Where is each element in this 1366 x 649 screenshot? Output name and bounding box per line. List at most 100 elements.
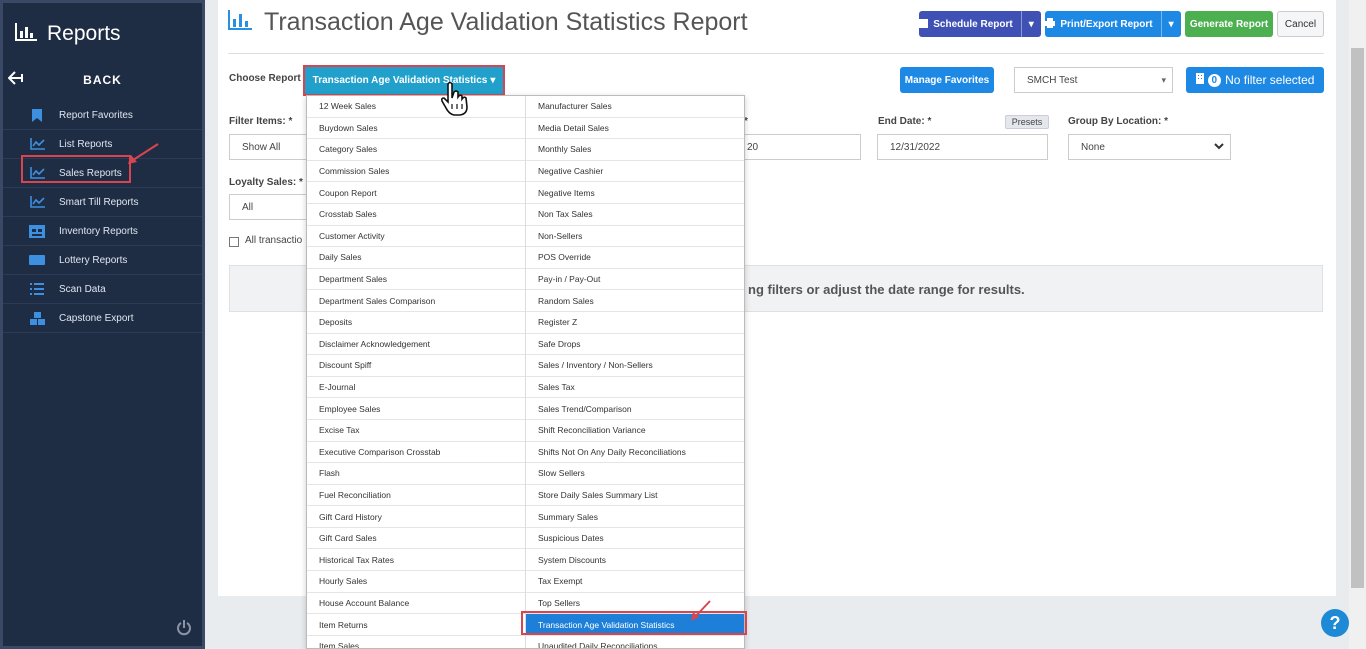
generate-report-button[interactable]: Generate Report bbox=[1185, 11, 1273, 37]
report-option[interactable]: Pay-in / Pay-Out bbox=[526, 269, 744, 291]
report-option[interactable]: Department Sales bbox=[307, 269, 525, 291]
report-option[interactable]: Executive Comparison Crosstab bbox=[307, 442, 525, 464]
sidebar-item-inventory-reports[interactable]: Inventory Reports bbox=[3, 217, 202, 246]
report-option[interactable]: Customer Activity bbox=[307, 226, 525, 248]
filter-selector-label: No filter selected bbox=[1225, 73, 1315, 87]
filter-selector-button[interactable]: 0 No filter selected bbox=[1186, 67, 1324, 93]
caret-down-icon: ▾ bbox=[490, 75, 496, 86]
report-option[interactable]: System Discounts bbox=[526, 549, 744, 572]
report-option[interactable]: Register Z bbox=[526, 312, 744, 334]
sidebar-item-label: Inventory Reports bbox=[59, 225, 138, 237]
store-select[interactable]: SMCH Test ▾ bbox=[1014, 67, 1173, 93]
report-option[interactable]: Item Sales bbox=[307, 636, 525, 648]
sidebar-item-lottery-reports[interactable]: Lottery Reports bbox=[3, 246, 202, 275]
sidebar-item-label: Scan Data bbox=[59, 283, 106, 295]
report-option[interactable]: Media Detail Sales bbox=[526, 118, 744, 140]
report-option[interactable]: Unaudited Daily Reconciliations bbox=[526, 636, 744, 648]
report-option[interactable]: Summary Sales bbox=[526, 506, 744, 528]
report-option[interactable]: Non-Sellers bbox=[526, 226, 744, 248]
loyalty-sales-value: All bbox=[242, 201, 254, 213]
report-option[interactable]: Negative Cashier bbox=[526, 161, 744, 183]
report-option[interactable]: Manufacturer Sales bbox=[526, 96, 744, 118]
report-option[interactable]: House Account Balance bbox=[307, 593, 525, 615]
report-option[interactable]: Deposits bbox=[307, 312, 525, 334]
chart-line-icon bbox=[29, 195, 45, 209]
sidebar-item-capstone-export[interactable]: Capstone Export bbox=[3, 304, 202, 333]
report-option[interactable]: Shift Reconciliation Variance bbox=[526, 420, 744, 442]
report-option[interactable]: Negative Items bbox=[526, 182, 744, 204]
report-option[interactable]: Non Tax Sales bbox=[526, 204, 744, 226]
calendar-icon bbox=[919, 18, 929, 31]
print-export-button[interactable]: Print/Export Report ▾ bbox=[1045, 11, 1181, 37]
sidebar-item-smart-till-reports[interactable]: Smart Till Reports bbox=[3, 188, 202, 217]
chevron-down-icon[interactable]: ▾ bbox=[1020, 11, 1041, 37]
chevron-down-icon bbox=[1214, 142, 1224, 153]
warehouse-icon bbox=[29, 224, 45, 238]
schedule-report-button[interactable]: Schedule Report ▾ bbox=[919, 11, 1041, 37]
report-option[interactable]: Department Sales Comparison bbox=[307, 290, 525, 312]
report-option[interactable]: Store Daily Sales Summary List bbox=[526, 485, 744, 507]
report-option[interactable]: Commission Sales bbox=[307, 161, 525, 183]
cubes-icon bbox=[29, 311, 45, 325]
cancel-button[interactable]: Cancel bbox=[1277, 11, 1324, 37]
chevron-down-icon[interactable]: ▾ bbox=[1160, 11, 1181, 37]
sidebar-item-label: List Reports bbox=[59, 138, 113, 150]
report-option[interactable]: Tax Exempt bbox=[526, 571, 744, 593]
report-option[interactable]: Sales Tax bbox=[526, 377, 744, 399]
filter-items-label: Filter Items: * bbox=[229, 116, 293, 127]
sales-reports-highlight-box bbox=[21, 155, 131, 183]
report-option[interactable]: Excise Tax bbox=[307, 420, 525, 442]
report-option[interactable]: Coupon Report bbox=[307, 182, 525, 204]
report-option[interactable]: Item Returns bbox=[307, 614, 525, 636]
sidebar-title: Reports bbox=[47, 22, 121, 45]
report-option[interactable]: Monthly Sales bbox=[526, 139, 744, 161]
all-transactions-checkbox[interactable] bbox=[229, 237, 239, 247]
report-option[interactable]: POS Override bbox=[526, 247, 744, 269]
report-option[interactable]: Flash bbox=[307, 463, 525, 485]
sidebar-header: Reports bbox=[3, 3, 202, 65]
report-option[interactable]: Safe Drops bbox=[526, 334, 744, 356]
manage-favorites-button[interactable]: Manage Favorites bbox=[900, 67, 994, 93]
loyalty-sales-label: Loyalty Sales: * bbox=[229, 177, 303, 188]
bookmark-icon bbox=[29, 108, 45, 122]
sidebar-item-label: Report Favorites bbox=[59, 109, 133, 121]
report-option[interactable]: Category Sales bbox=[307, 139, 525, 161]
report-option[interactable]: Hourly Sales bbox=[307, 571, 525, 593]
start-date-input[interactable]: 20 bbox=[744, 134, 861, 160]
schedule-report-label: Schedule Report bbox=[933, 18, 1013, 30]
presets-button[interactable]: Presets bbox=[1005, 115, 1049, 129]
report-option[interactable]: Gift Card Sales bbox=[307, 528, 525, 550]
sidebar-item-scan-data[interactable]: Scan Data bbox=[3, 275, 202, 304]
report-list-column-2: Manufacturer Sales Media Detail Sales Mo… bbox=[526, 96, 744, 648]
report-option[interactable]: Sales / Inventory / Non-Sellers bbox=[526, 355, 744, 377]
back-button[interactable]: BACK bbox=[3, 65, 202, 95]
scrollbar[interactable] bbox=[1349, 0, 1366, 649]
report-option[interactable]: Sales Trend/Comparison bbox=[526, 398, 744, 420]
sidebar-item-label: Lottery Reports bbox=[59, 254, 128, 266]
power-icon[interactable] bbox=[176, 620, 192, 641]
help-button[interactable]: ? bbox=[1321, 609, 1349, 637]
report-option[interactable]: Buydown Sales bbox=[307, 118, 525, 140]
report-option[interactable]: Shifts Not On Any Daily Reconciliations bbox=[526, 442, 744, 464]
hand-cursor-icon bbox=[438, 80, 476, 123]
report-option[interactable]: Discount Spiff bbox=[307, 355, 525, 377]
report-option[interactable]: Disclaimer Acknowledgement bbox=[307, 334, 525, 356]
report-option[interactable]: Historical Tax Rates bbox=[307, 549, 525, 572]
report-option[interactable]: Gift Card History bbox=[307, 506, 525, 528]
report-option[interactable]: Random Sales bbox=[526, 290, 744, 312]
report-option[interactable]: E-Journal bbox=[307, 377, 525, 399]
report-option[interactable]: Crosstab Sales bbox=[307, 204, 525, 226]
report-option[interactable]: Employee Sales bbox=[307, 398, 525, 420]
scrollbar-thumb[interactable] bbox=[1351, 48, 1364, 588]
report-option[interactable]: Slow Sellers bbox=[526, 463, 744, 485]
start-date-value: 20 bbox=[747, 141, 759, 153]
list-icon bbox=[29, 282, 45, 296]
report-option[interactable]: Fuel Reconciliation bbox=[307, 485, 525, 507]
end-date-input[interactable]: 12/31/2022 bbox=[877, 134, 1048, 160]
report-option[interactable]: Suspicious Dates bbox=[526, 528, 744, 550]
group-by-location-select[interactable]: None bbox=[1068, 134, 1231, 160]
sidebar-item-report-favorites[interactable]: Report Favorites bbox=[3, 101, 202, 130]
report-option[interactable]: 12 Week Sales bbox=[307, 96, 525, 118]
report-list-column-1: 12 Week Sales Buydown Sales Category Sal… bbox=[307, 96, 526, 648]
report-option[interactable]: Daily Sales bbox=[307, 247, 525, 269]
